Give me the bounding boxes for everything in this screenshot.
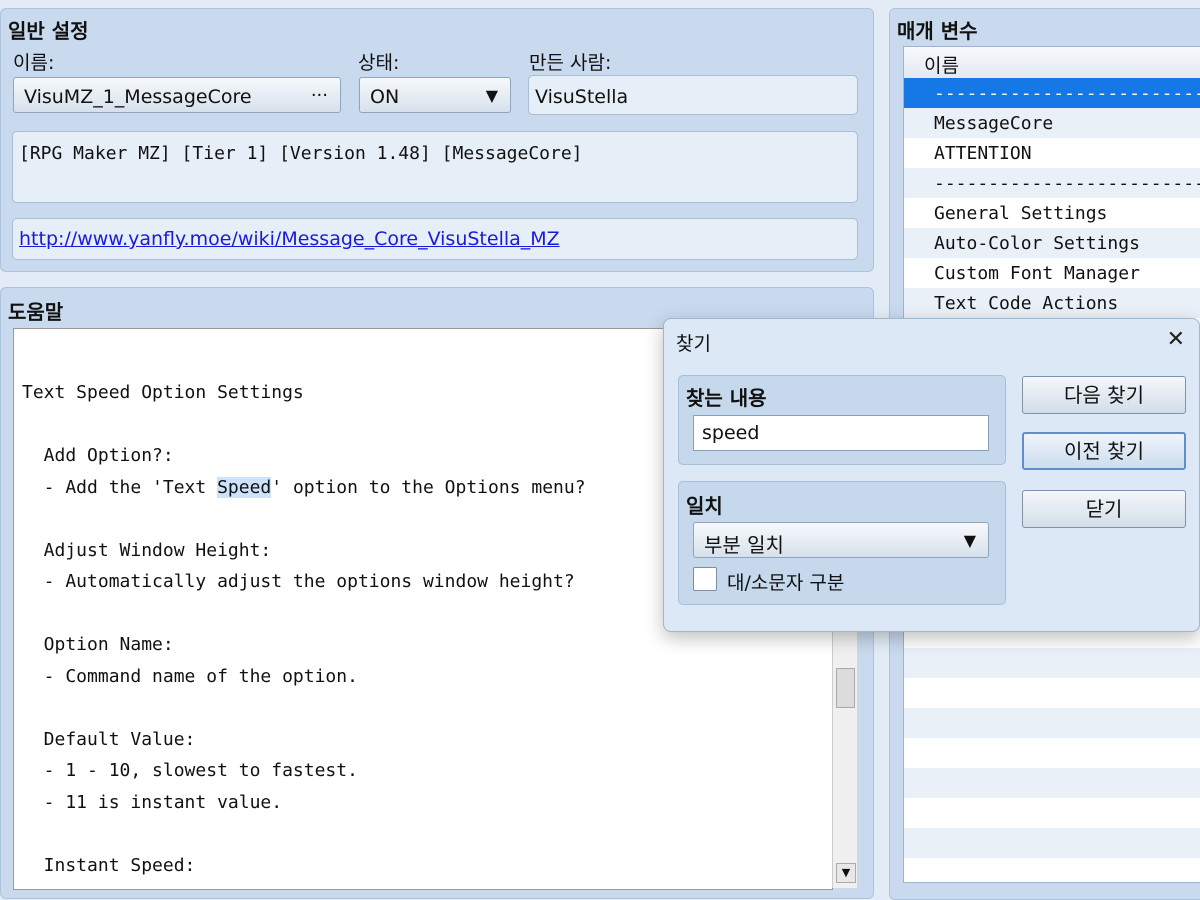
match-group: 일치 부분 일치 ▼ 대/소문자 구분 bbox=[678, 481, 1006, 605]
param-row-empty bbox=[904, 738, 1200, 768]
description-field[interactable]: [RPG Maker MZ] [Tier 1] [Version 1.48] [… bbox=[12, 131, 858, 203]
status-label: 상태: bbox=[358, 52, 400, 74]
case-sensitive-label: 대/소문자 구분 bbox=[727, 572, 845, 594]
param-row-selected[interactable]: ------------------------------ bbox=[904, 78, 1200, 108]
author-value: VisuStella bbox=[535, 86, 629, 108]
param-row-empty bbox=[904, 708, 1200, 738]
case-sensitive-checkbox[interactable] bbox=[693, 567, 717, 591]
search-input-value: speed bbox=[702, 422, 760, 444]
help-line: - 11 is instant value. bbox=[22, 792, 283, 813]
general-settings-heading: 일반 설정 bbox=[8, 19, 89, 43]
help-line: Text Speed Option Settings bbox=[22, 382, 304, 403]
help-line: Instant Speed: bbox=[22, 855, 196, 876]
find-dialog: 찾기 ✕ 찾는 내용 speed 일치 부분 일치 ▼ 대/소문자 구분 다음 … bbox=[663, 318, 1200, 632]
help-line: Add Option?: bbox=[22, 445, 174, 466]
description-text: [RPG Maker MZ] [Tier 1] [Version 1.48] [… bbox=[19, 143, 583, 164]
help-line-part: - Add the 'Text bbox=[22, 477, 218, 498]
browse-ellipsis-icon[interactable]: ··· bbox=[311, 85, 328, 106]
param-row[interactable]: Auto-Color Settings bbox=[904, 228, 1200, 258]
plugin-name-value: VisuMZ_1_MessageCore bbox=[24, 86, 252, 108]
search-label: 찾는 내용 bbox=[686, 386, 767, 410]
plugin-url-link[interactable]: http://www.yanfly.moe/wiki/Message_Core_… bbox=[19, 228, 560, 250]
author-field[interactable]: VisuStella bbox=[528, 75, 858, 115]
search-highlight: Speed bbox=[217, 477, 272, 498]
param-row[interactable]: Text Code Actions bbox=[904, 288, 1200, 318]
status-value: ON bbox=[370, 86, 400, 108]
param-row-empty bbox=[904, 798, 1200, 828]
match-dropdown[interactable]: 부분 일치 ▼ bbox=[693, 522, 989, 558]
search-input[interactable]: speed bbox=[693, 415, 989, 451]
match-label: 일치 bbox=[686, 494, 723, 518]
help-line: - Command name of the option. bbox=[22, 666, 358, 687]
param-row[interactable]: General Settings bbox=[904, 198, 1200, 228]
help-line: Adjust Window Height: bbox=[22, 540, 272, 561]
close-icon[interactable]: ✕ bbox=[1167, 327, 1185, 352]
help-line: Default Value: bbox=[22, 729, 196, 750]
param-row[interactable]: Custom Font Manager bbox=[904, 258, 1200, 288]
status-dropdown[interactable]: ON ▼ bbox=[359, 77, 511, 113]
param-row-empty bbox=[904, 648, 1200, 678]
help-line: - 1 - 10, slowest to fastest. bbox=[22, 760, 358, 781]
param-row-empty bbox=[904, 858, 1200, 882]
params-heading: 매개 변수 bbox=[897, 19, 978, 43]
param-row[interactable]: ATTENTION bbox=[904, 138, 1200, 168]
help-heading: 도움말 bbox=[8, 300, 64, 324]
help-line: - Automatically adjust the options windo… bbox=[22, 571, 575, 592]
author-label: 만든 사람: bbox=[529, 52, 612, 74]
param-row-empty bbox=[904, 828, 1200, 858]
search-group: 찾는 내용 speed bbox=[678, 375, 1006, 465]
param-row-empty bbox=[904, 678, 1200, 708]
find-next-button[interactable]: 다음 찾기 bbox=[1022, 376, 1186, 414]
name-label: 이름: bbox=[13, 52, 55, 74]
close-button[interactable]: 닫기 bbox=[1022, 490, 1186, 528]
help-line: - Add the 'Text Speed' option to the Opt… bbox=[22, 477, 586, 498]
param-row[interactable]: ------------------------------ bbox=[904, 168, 1200, 198]
chevron-down-icon: ▼ bbox=[485, 86, 498, 105]
param-row-empty bbox=[904, 768, 1200, 798]
param-row[interactable]: MessageCore bbox=[904, 108, 1200, 138]
scrollbar-thumb[interactable] bbox=[836, 668, 855, 708]
plugin-name-selector[interactable]: VisuMZ_1_MessageCore ··· bbox=[13, 77, 341, 113]
match-value: 부분 일치 bbox=[704, 533, 784, 557]
scroll-down-arrow-icon[interactable]: ▼ bbox=[836, 863, 856, 883]
url-field[interactable]: http://www.yanfly.moe/wiki/Message_Core_… bbox=[12, 218, 858, 260]
help-line-part: ' option to the Options menu? bbox=[271, 477, 586, 498]
help-line: Option Name: bbox=[22, 634, 174, 655]
find-dialog-title: 찾기 bbox=[676, 333, 711, 355]
chevron-down-icon: ▼ bbox=[963, 531, 976, 550]
find-previous-button[interactable]: 이전 찾기 bbox=[1022, 432, 1186, 470]
params-column-header[interactable]: 이름 bbox=[904, 47, 1200, 79]
